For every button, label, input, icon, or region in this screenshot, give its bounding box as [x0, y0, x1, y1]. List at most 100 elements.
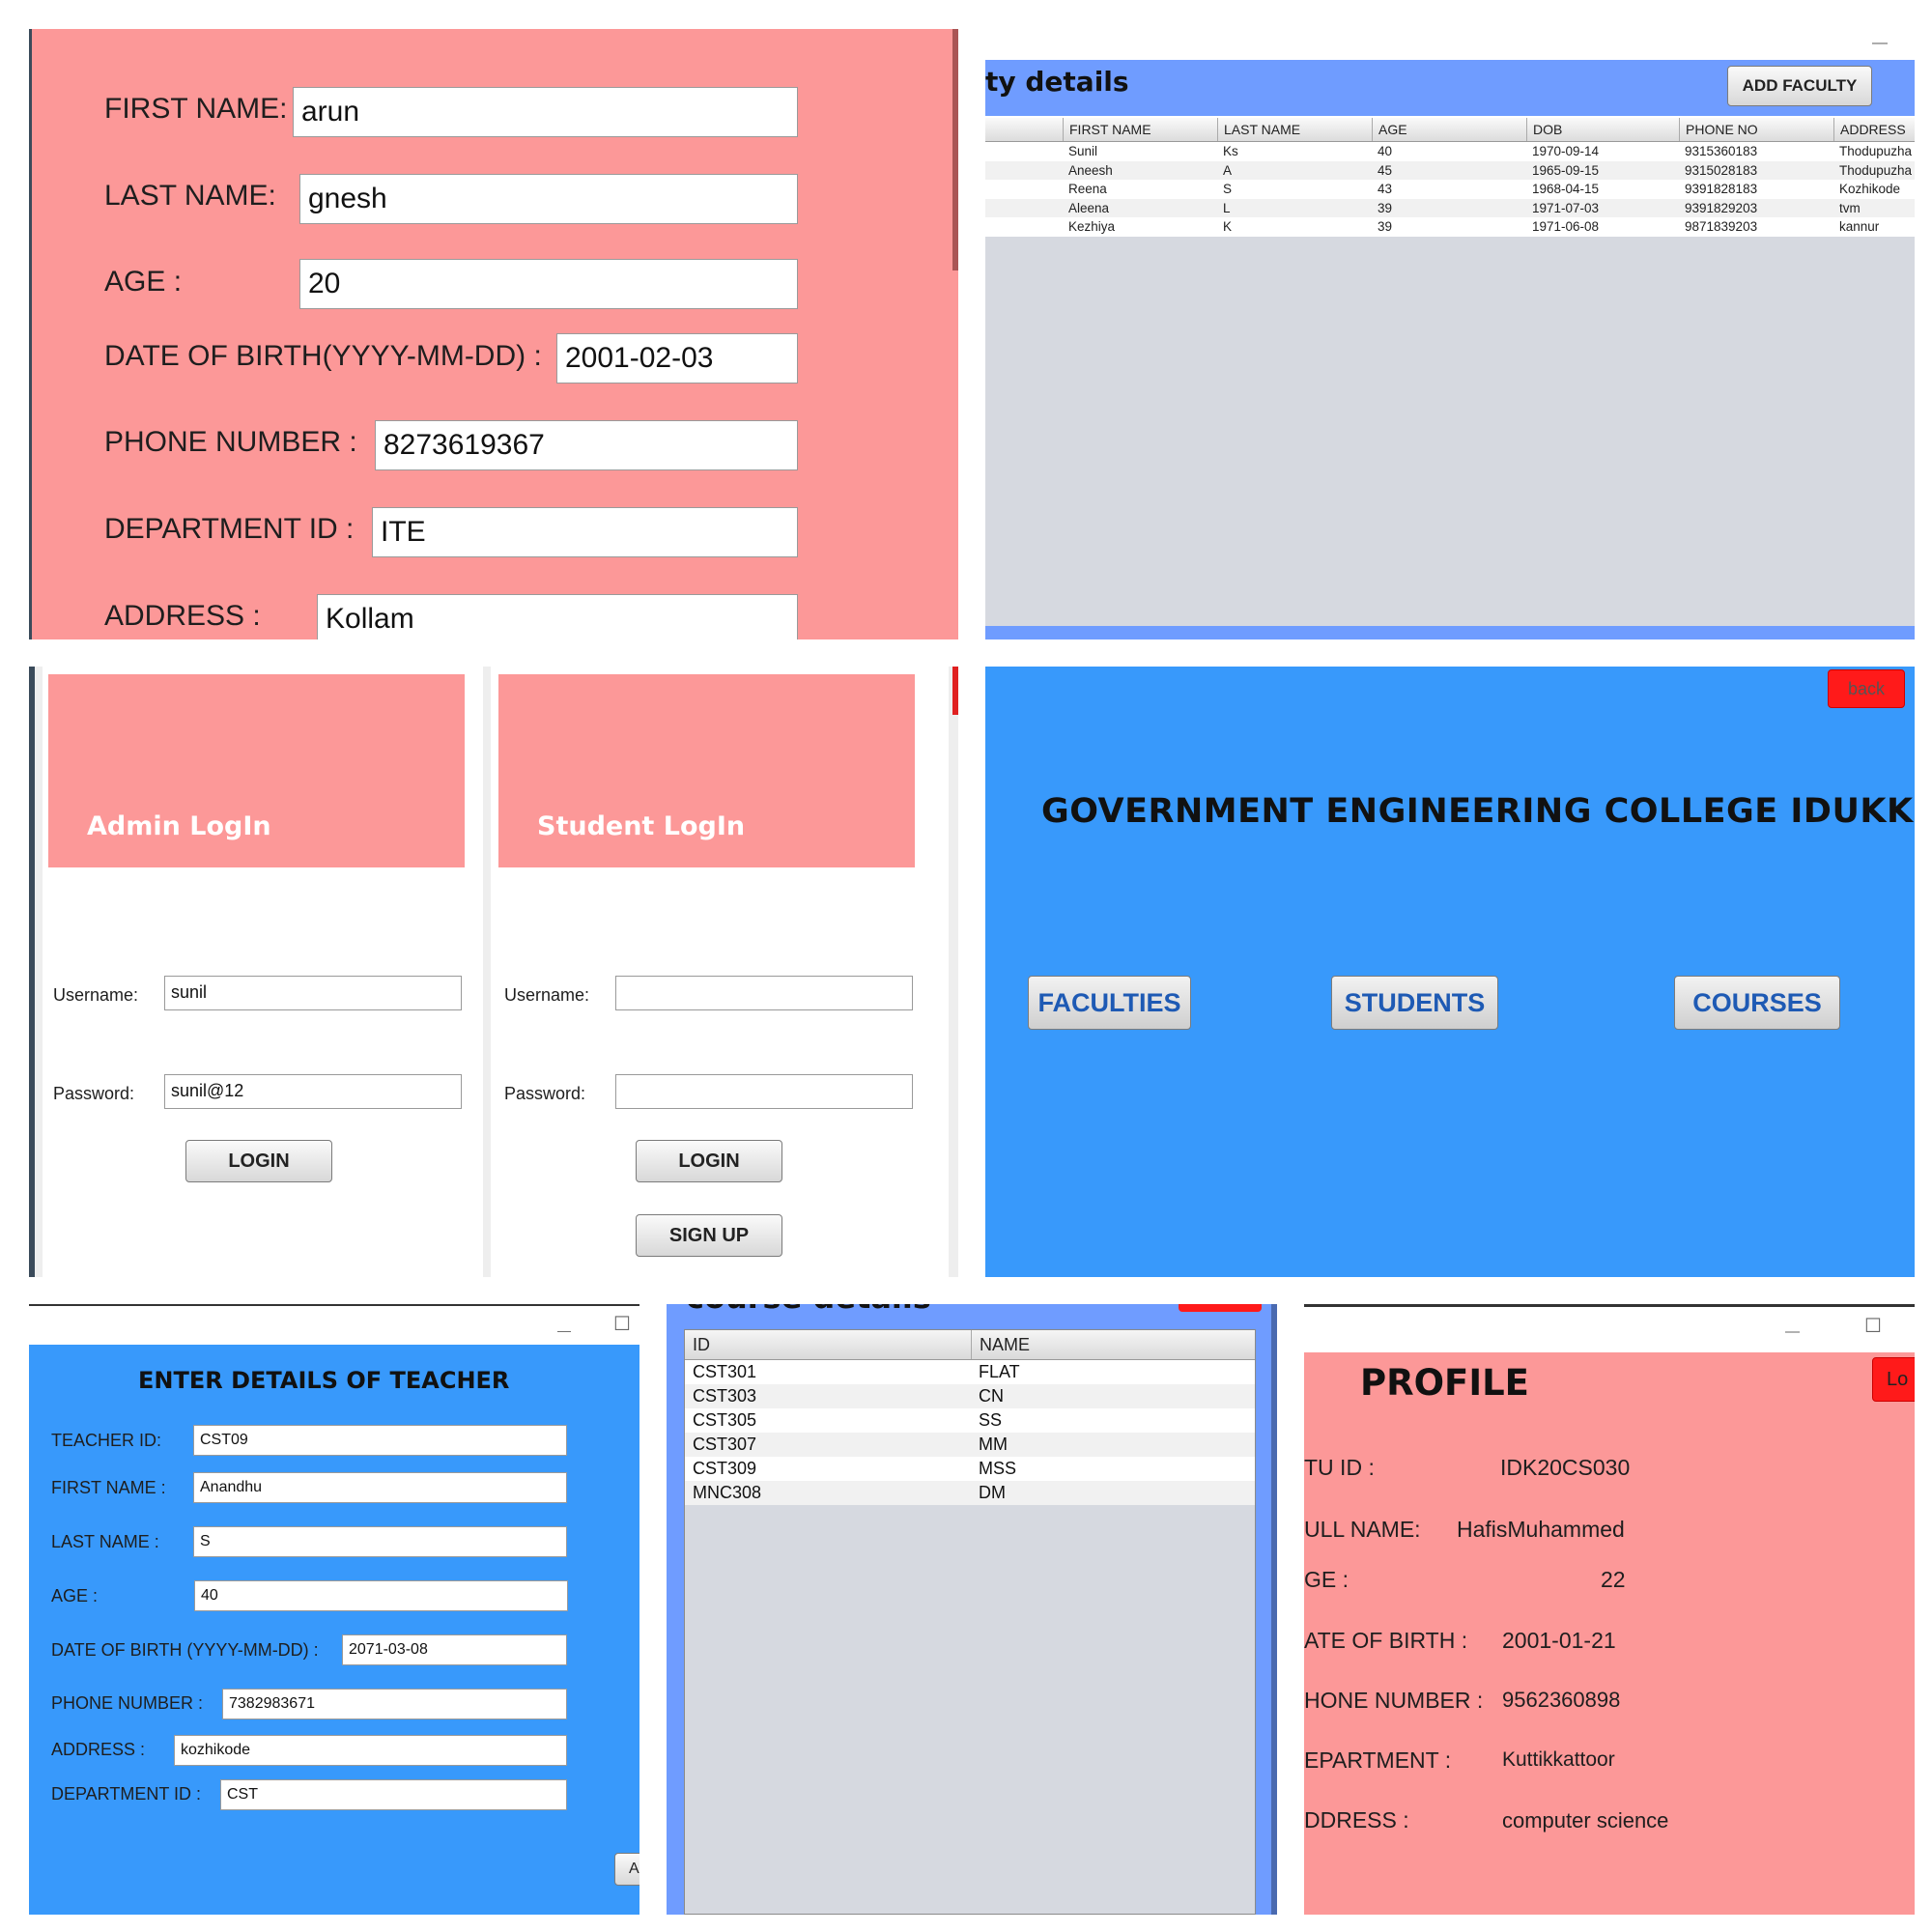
table-row[interactable]	[685, 1457, 1255, 1481]
minimize-button[interactable]: —	[1785, 1321, 1800, 1343]
minimize-button[interactable]: —	[557, 1320, 571, 1341]
table-cell: 9391829203	[1685, 200, 1758, 215]
sign-up-button[interactable]: SIGN UP	[636, 1214, 782, 1257]
home-panel: back GOVERNMENT ENGINEERING COLLEGE IDUK…	[985, 667, 1915, 1277]
column-header[interactable]: FIRST NAME	[1063, 118, 1217, 141]
table-cell: MSS	[979, 1459, 1017, 1478]
dob-input[interactable]: 2071-03-08	[342, 1634, 567, 1665]
table-cell: CST307	[693, 1435, 757, 1454]
department-id-field[interactable]: ITE	[372, 507, 798, 557]
table-cell: CST305	[693, 1410, 757, 1430]
course-details-panel: course details IDNAME CST301 FLAT CST303 CN C…	[667, 1304, 1277, 1915]
dob-label: ATE OF BIRTH :	[1304, 1628, 1468, 1653]
table-row[interactable]	[685, 1384, 1255, 1408]
teacher-id-input[interactable]: CST09	[193, 1425, 567, 1456]
dob-value: 2001-01-21	[1502, 1628, 1616, 1653]
scrollbar[interactable]	[952, 29, 958, 270]
minimize-button[interactable]: —	[1872, 33, 1888, 54]
bottom-bar	[985, 626, 1915, 639]
student-login-button[interactable]: LOGIN	[636, 1140, 782, 1182]
first-name-field[interactable]: arun	[293, 87, 798, 137]
edge-marker	[952, 667, 958, 715]
student-id-label: TU ID :	[1304, 1455, 1375, 1480]
table-row[interactable]	[685, 1481, 1255, 1505]
address-value: computer science	[1502, 1808, 1669, 1833]
maximize-button[interactable]: ☐	[1864, 1316, 1882, 1337]
table-cell: 40	[1378, 144, 1393, 158]
window-top-border	[1304, 1304, 1915, 1307]
add-faculty-button[interactable]: ADD FACULTY	[1727, 66, 1872, 106]
table-cell: Ks	[1223, 144, 1238, 158]
address-label: ADDRESS :	[104, 600, 261, 632]
table-row[interactable]	[685, 1433, 1255, 1457]
admin-password-label: Password:	[53, 1084, 135, 1103]
table-cell: Kezhiya	[1068, 219, 1116, 234]
column-header[interactable]: ADDRESS	[1833, 118, 1915, 141]
table-row[interactable]	[685, 1360, 1255, 1384]
table-cell: Thodupuzha	[1839, 162, 1913, 178]
phone-input[interactable]: 7382983671	[222, 1689, 567, 1719]
courses-button[interactable]: COURSES	[1674, 976, 1840, 1030]
teacher-id-label: TEACHER ID:	[51, 1431, 162, 1450]
table-cell: 1971-07-03	[1532, 200, 1600, 215]
full-name-label: ULL NAME:	[1304, 1517, 1421, 1542]
student-username-input[interactable]	[615, 976, 913, 1010]
address-input[interactable]: kozhikode	[174, 1735, 567, 1766]
table-cell: MM	[979, 1435, 1008, 1454]
column-header[interactable]: PHONE NO	[1679, 118, 1833, 141]
faculties-button[interactable]: FACULTIES	[1028, 976, 1191, 1030]
age-label: AGE :	[51, 1586, 99, 1605]
table-cell: Aneesh	[1068, 162, 1113, 178]
admin-password-input[interactable]: sunil@12	[164, 1074, 462, 1109]
table-cell: Reena	[1068, 182, 1107, 196]
close-red-button[interactable]	[1179, 1304, 1262, 1312]
phone-value: 9562360898	[1502, 1688, 1621, 1712]
phone-field[interactable]: 8273619367	[375, 420, 798, 470]
table-cell: 1965-09-15	[1532, 162, 1600, 178]
admin-username-input[interactable]: sunil	[164, 976, 462, 1010]
first-name-input[interactable]: Anandhu	[193, 1472, 567, 1503]
first-name-label: FIRST NAME :	[51, 1478, 166, 1497]
table-cell: Thodupuzha	[1839, 144, 1913, 158]
department-value: Kuttikkattoor	[1502, 1748, 1615, 1771]
logout-button[interactable]: Lo	[1872, 1357, 1915, 1402]
table-cell: Aleena	[1068, 200, 1110, 215]
column-header[interactable]: NAME	[971, 1330, 1255, 1359]
address-field[interactable]: Kollam	[317, 594, 798, 639]
table-cell: DM	[979, 1483, 1006, 1502]
table-cell: CST303	[693, 1386, 757, 1406]
table-cell: CST309	[693, 1459, 757, 1478]
last-name-field[interactable]: gnesh	[299, 174, 798, 224]
table-cell: CN	[979, 1386, 1004, 1406]
last-name-input[interactable]: S	[193, 1526, 567, 1557]
maximize-button[interactable]: ☐	[613, 1314, 631, 1335]
login-panel: Admin LogIn Username: sunil Password: su…	[29, 667, 958, 1277]
students-button[interactable]: STUDENTS	[1331, 976, 1498, 1030]
faculty-details-panel: — ty details ADD FACULTY FIRST NAME LAST …	[985, 29, 1915, 639]
table-cell: A	[1223, 162, 1233, 178]
table-cell: 9871839203	[1685, 219, 1758, 234]
column-header[interactable]: LAST NAME	[1217, 118, 1372, 141]
add-teacher-button[interactable]: A	[614, 1853, 639, 1886]
age-input[interactable]: 40	[194, 1580, 568, 1611]
column-header[interactable]: ID	[685, 1330, 971, 1359]
dob-field[interactable]: 2001-02-03	[556, 333, 798, 384]
course-title: course details	[686, 1304, 931, 1316]
age-field[interactable]: 20	[299, 259, 798, 309]
column-header[interactable]: DOB	[1526, 118, 1679, 141]
back-button[interactable]: back	[1828, 669, 1905, 708]
admin-login-button[interactable]: LOGIN	[185, 1140, 332, 1182]
phone-label: PHONE NUMBER :	[104, 426, 357, 458]
form-title: ENTER DETAILS OF TEACHER	[138, 1367, 510, 1394]
table-cell: 1971-06-08	[1532, 219, 1600, 234]
student-password-input[interactable]	[615, 1074, 913, 1109]
phone-label: HONE NUMBER :	[1304, 1688, 1484, 1713]
column-header[interactable]: AGE	[1372, 118, 1526, 141]
table-row[interactable]	[685, 1408, 1255, 1433]
full-name-value: HafisMuhammed	[1457, 1517, 1625, 1542]
department-id-input[interactable]: CST	[220, 1779, 567, 1810]
first-name-label: FIRST NAME:	[104, 93, 288, 125]
address-label: DDRESS :	[1304, 1807, 1409, 1833]
table-cell: K	[1223, 219, 1233, 234]
age-label: AGE :	[104, 266, 183, 298]
